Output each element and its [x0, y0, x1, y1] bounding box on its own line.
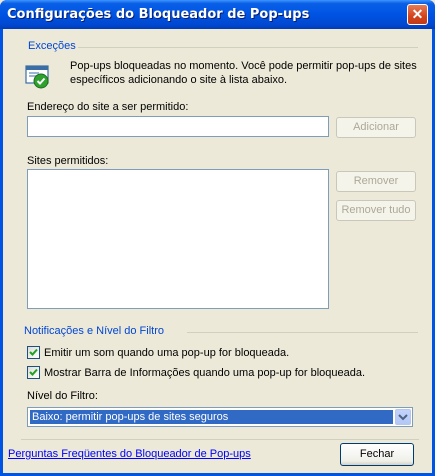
filter-level-select[interactable]: Baixo: permitir pop-ups de sites seguros — [27, 407, 413, 427]
show-infobar-label[interactable]: Mostrar Barra de Informações quando uma … — [44, 367, 365, 379]
close-icon: ✕ — [411, 6, 424, 22]
allowed-sites-list[interactable] — [27, 169, 329, 309]
close-window-button[interactable]: ✕ — [407, 4, 428, 25]
remove-site-button[interactable]: Remover — [336, 171, 416, 192]
exceptions-section-title: Exceções — [28, 40, 76, 52]
notifications-section-title: Notificações e Nível do Filtro — [24, 325, 164, 337]
faq-link[interactable]: Perguntas Freqüentes do Bloqueador de Po… — [8, 448, 251, 460]
checkmark-icon — [29, 348, 38, 356]
play-sound-checkbox[interactable] — [27, 346, 40, 359]
show-infobar-checkbox[interactable] — [27, 366, 40, 379]
section-divider — [78, 47, 418, 48]
popup-blocker-icon — [25, 65, 49, 89]
dropdown-button[interactable] — [395, 409, 411, 425]
filter-level-label: Nível do Filtro: — [27, 390, 98, 402]
footer-divider — [21, 439, 419, 440]
allowed-sites-label: Sites permitidos: — [27, 155, 109, 167]
checkmark-icon — [29, 368, 38, 376]
add-site-button[interactable]: Adicionar — [336, 117, 416, 138]
close-button[interactable]: Fechar — [340, 443, 414, 466]
chevron-down-icon — [398, 414, 408, 421]
remove-all-button[interactable]: Remover tudo — [336, 200, 416, 221]
play-sound-label[interactable]: Emitir um som quando uma pop-up for bloq… — [44, 347, 289, 359]
window-title: Configurações do Bloqueador de Pop-ups — [7, 7, 310, 22]
dialog-body: Exceções Pop-ups bloqueadas no momento. … — [3, 29, 432, 473]
site-address-input[interactable] — [27, 116, 329, 137]
dialog-window: Configurações do Bloqueador de Pop-ups ✕… — [0, 0, 435, 476]
filter-level-value: Baixo: permitir pop-ups de sites seguros — [30, 410, 393, 424]
title-bar[interactable]: Configurações do Bloqueador de Pop-ups ✕ — [0, 0, 435, 29]
section-divider — [187, 332, 418, 333]
exceptions-info-text: Pop-ups bloqueadas no momento. Você pode… — [70, 60, 417, 86]
address-label: Endereço do site a ser permitido: — [27, 101, 189, 113]
